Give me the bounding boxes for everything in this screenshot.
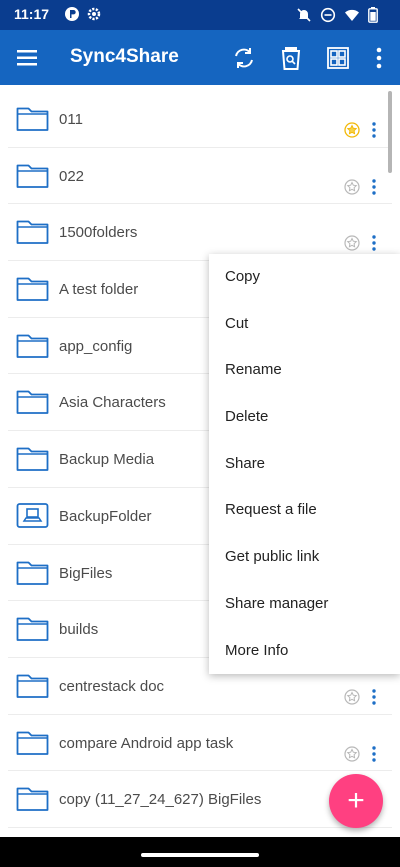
status-bar: 11:17: [0, 0, 400, 30]
app-title: Sync4Share: [70, 46, 179, 67]
item-more-icon[interactable]: [369, 688, 379, 706]
folder-icon: [16, 162, 49, 189]
status-left-icons: [64, 6, 102, 22]
scrollbar[interactable]: [388, 91, 392, 173]
item-more-icon[interactable]: [369, 234, 379, 252]
list-item[interactable]: 022: [8, 148, 392, 205]
add-button[interactable]: +: [329, 774, 383, 828]
wifi-icon: [344, 7, 360, 23]
mute-icon: [296, 7, 312, 23]
do-not-disturb-icon: [320, 7, 336, 23]
menu-item-more-info[interactable]: More Info: [209, 628, 400, 675]
folder-icon: [16, 388, 49, 415]
menu-item-get-public-link[interactable]: Get public link: [209, 534, 400, 581]
menu-icon[interactable]: [14, 44, 42, 72]
grid-view-icon[interactable]: [324, 44, 352, 72]
recycle-bin-icon[interactable]: [277, 44, 305, 72]
folder-icon: [16, 559, 49, 586]
settings-gear-icon: [86, 6, 102, 22]
folder-icon: [16, 615, 49, 642]
status-right-icons: [296, 7, 378, 23]
favorite-star-icon[interactable]: [344, 122, 360, 138]
item-name: copy (11_27_24_627) BigFiles: [59, 791, 262, 809]
menu-item-rename[interactable]: Rename: [209, 347, 400, 394]
overflow-menu-icon[interactable]: [365, 44, 393, 72]
app-bar: Sync4Share: [0, 30, 400, 85]
app-notification-icon: [64, 6, 80, 22]
menu-item-share-manager[interactable]: Share manager: [209, 581, 400, 628]
star-outline-icon[interactable]: [344, 689, 360, 705]
item-name: 022: [59, 167, 85, 185]
menu-item-delete[interactable]: Delete: [209, 394, 400, 441]
list-item[interactable]: 1500folders: [8, 204, 392, 262]
star-outline-icon[interactable]: [344, 745, 360, 762]
battery-icon: [368, 7, 378, 23]
add-icon: +: [347, 784, 365, 817]
folder-icon: [16, 785, 49, 812]
folder-icon: [16, 218, 49, 245]
item-name: Backup Media: [59, 451, 155, 469]
menu-item-request-a-file[interactable]: Request a file: [209, 487, 400, 534]
item-name: 011: [59, 111, 83, 128]
item-name: BackupFolder: [59, 507, 152, 525]
folder-icon: [16, 275, 49, 302]
folder-icon: [16, 105, 49, 132]
star-outline-icon[interactable]: [344, 235, 360, 251]
item-name: centrestack doc: [59, 677, 165, 695]
item-more-icon[interactable]: [369, 745, 379, 763]
home-gesture-handle[interactable]: [141, 853, 259, 857]
star-outline-icon[interactable]: [344, 179, 360, 195]
menu-item-copy[interactable]: Copy: [209, 254, 400, 301]
list-item[interactable]: compare Android app task: [8, 715, 392, 772]
item-name: Asia Characters: [59, 394, 166, 412]
backup-folder-icon: [16, 502, 49, 529]
item-name: compare Android app task: [59, 734, 234, 752]
item-more-icon[interactable]: [369, 178, 379, 196]
menu-item-share[interactable]: Share: [209, 441, 400, 488]
folder-icon: [16, 445, 49, 472]
menu-item-cut[interactable]: Cut: [209, 301, 400, 348]
status-time: 11:17: [14, 6, 50, 22]
list-item[interactable]: 011: [8, 91, 392, 148]
sync-icon[interactable]: [230, 44, 258, 72]
item-name: BigFiles: [59, 564, 113, 582]
item-name: app_config: [59, 337, 133, 355]
folder-icon: [16, 672, 49, 699]
navigation-bar: [0, 837, 400, 867]
item-name: 1500folders: [59, 224, 138, 242]
context-menu: Copy Cut Rename Delete Share Request a file Ge…: [209, 254, 400, 674]
item-more-icon[interactable]: [369, 121, 379, 139]
folder-icon: [16, 332, 49, 359]
folder-icon: [16, 729, 49, 756]
item-name: A test folder: [59, 281, 139, 299]
item-name: builds: [59, 621, 99, 639]
